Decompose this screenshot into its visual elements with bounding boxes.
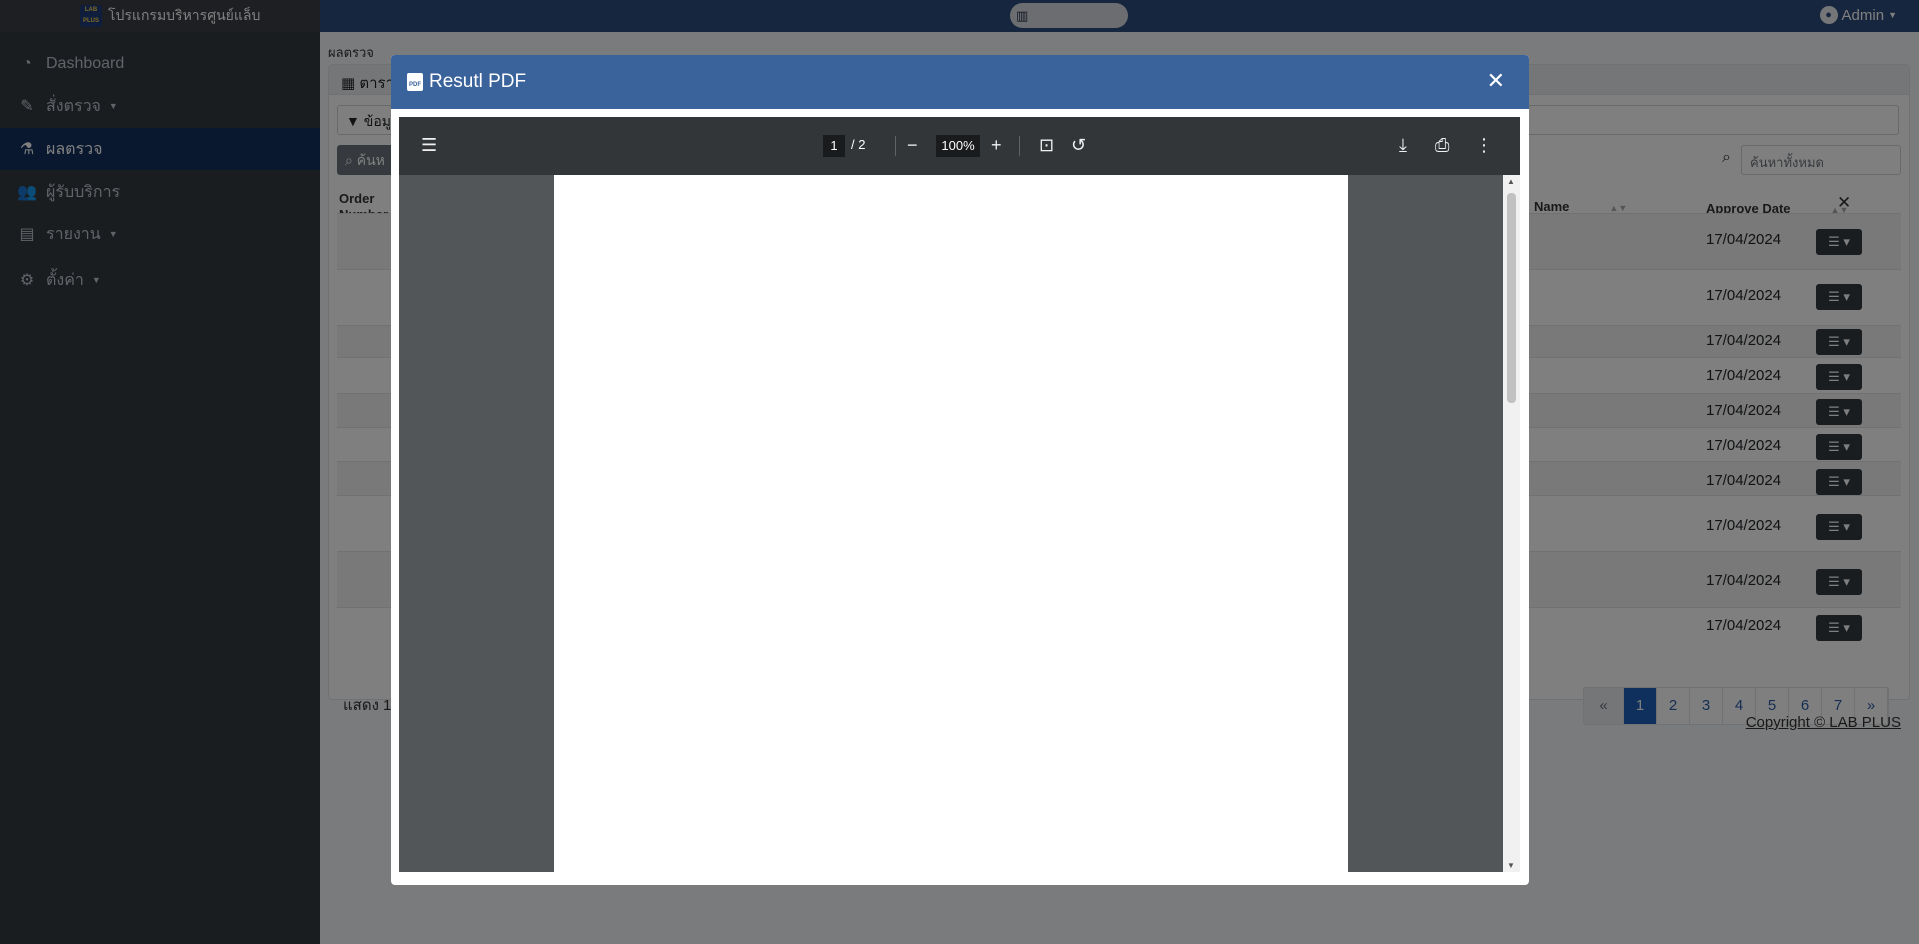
zoom-out-icon[interactable]: − [907, 135, 918, 155]
toolbar-divider [1019, 136, 1020, 156]
pdf-page [554, 175, 1348, 872]
pdf-toolbar: ☰ 1 / 2 − 100% + ⊡ ↺ ⤓ ⎙ ⋮ [399, 117, 1520, 175]
print-icon[interactable]: ⎙ [1435, 135, 1449, 155]
pdf-scrollbar[interactable]: ▲ ▼ [1503, 175, 1520, 872]
pdf-file-icon: PDF [407, 73, 423, 91]
page-number-input[interactable]: 1 [823, 135, 845, 157]
page-total: / 2 [851, 137, 866, 152]
download-icon[interactable]: ⤓ [1399, 135, 1407, 155]
scroll-up-icon[interactable]: ▲ [1507, 177, 1515, 186]
rotate-icon[interactable]: ↺ [1071, 135, 1086, 155]
fit-page-icon[interactable]: ⊡ [1039, 135, 1054, 155]
pdf-viewer: ☰ 1 / 2 − 100% + ⊡ ↺ ⤓ ⎙ ⋮ ▲ ▼ [399, 117, 1520, 872]
zoom-in-icon[interactable]: + [991, 135, 1002, 155]
scroll-thumb[interactable] [1507, 193, 1516, 403]
close-icon[interactable]: ✕ [1487, 69, 1505, 93]
scroll-down-icon[interactable]: ▼ [1507, 861, 1515, 870]
modal-header: PDF Resutl PDF ✕ [391, 55, 1529, 109]
modal-title: Resutl PDF [429, 71, 527, 92]
menu-icon[interactable]: ☰ [421, 135, 437, 155]
zoom-input[interactable]: 100% [936, 135, 980, 157]
toolbar-divider [895, 136, 896, 156]
result-pdf-modal: PDF Resutl PDF ✕ ☰ 1 / 2 − 100% + ⊡ ↺ ⤓ … [391, 55, 1529, 885]
more-options-icon[interactable]: ⋮ [1475, 135, 1493, 155]
